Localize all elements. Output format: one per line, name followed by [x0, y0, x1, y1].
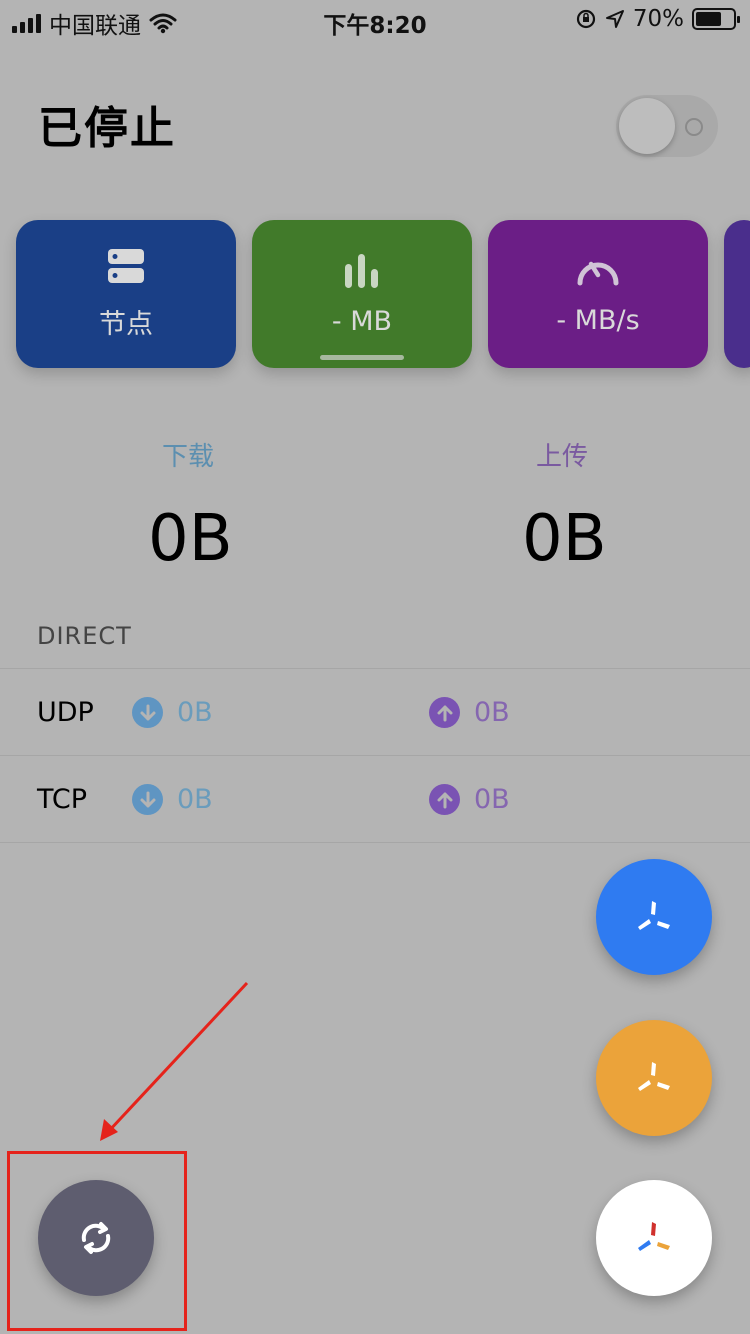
traffic-card-label: - MB [331, 305, 393, 337]
nodes-card-label: 节点 [99, 308, 153, 340]
row-upload: 0B [429, 697, 510, 728]
download-total: 0B [148, 502, 233, 576]
annotation-highlight-box [7, 1151, 187, 1331]
propeller-icon [638, 901, 670, 930]
protocol-label: UDP [37, 697, 94, 728]
toggle-off-indicator-icon [685, 118, 703, 136]
nodes-card[interactable]: 节点 [16, 220, 236, 368]
table-row: UDP 0B 0B [0, 668, 750, 756]
row-upload: 0B [429, 784, 510, 815]
speed-card[interactable]: - MB/s [488, 220, 708, 368]
card-carousel[interactable]: 节点 - MB - MB/s [0, 220, 750, 370]
battery-icon [692, 8, 740, 30]
arrow-up-icon [429, 784, 460, 815]
upload-total: 0B [522, 502, 607, 576]
upload-value: 0B [474, 784, 510, 815]
propeller-color-icon [638, 1222, 670, 1251]
download-value: 0B [177, 697, 213, 728]
bar-chart-icon [345, 253, 378, 288]
table-row: TCP 0B 0B [0, 755, 750, 843]
upload-value: 0B [474, 697, 510, 728]
arrow-up-icon [429, 697, 460, 728]
protocol-label: TCP [37, 784, 88, 815]
traffic-card[interactable]: - MB [252, 220, 472, 368]
status-bar: 中国联通 下午8:20 70% [0, 0, 750, 40]
page-title: 已停止 [38, 103, 176, 154]
orange-action-button[interactable] [596, 1020, 712, 1136]
speedometer-icon [577, 261, 619, 285]
main-action-button[interactable] [596, 1180, 712, 1296]
next-card[interactable] [724, 220, 750, 368]
download-value: 0B [177, 784, 213, 815]
download-label: 下载 [162, 442, 215, 472]
direct-section-title: DIRECT [37, 622, 132, 650]
row-download: 0B [132, 697, 213, 728]
battery-percent: 70% [632, 6, 684, 32]
row-download: 0B [132, 784, 213, 815]
toggle-knob [619, 98, 675, 154]
arrow-down-icon [132, 697, 163, 728]
speed-card-label: - MB/s [556, 304, 640, 336]
propeller-icon [638, 1062, 670, 1091]
annotation-arrow-icon [100, 981, 249, 1141]
upload-label: 上传 [536, 442, 589, 472]
location-icon [605, 10, 624, 28]
arrow-down-icon [132, 784, 163, 815]
selected-indicator [320, 355, 404, 360]
blue-action-button[interactable] [596, 859, 712, 975]
rotation-lock-icon [576, 9, 595, 29]
status-right: 70% [575, 6, 740, 32]
server-icon [108, 248, 144, 283]
